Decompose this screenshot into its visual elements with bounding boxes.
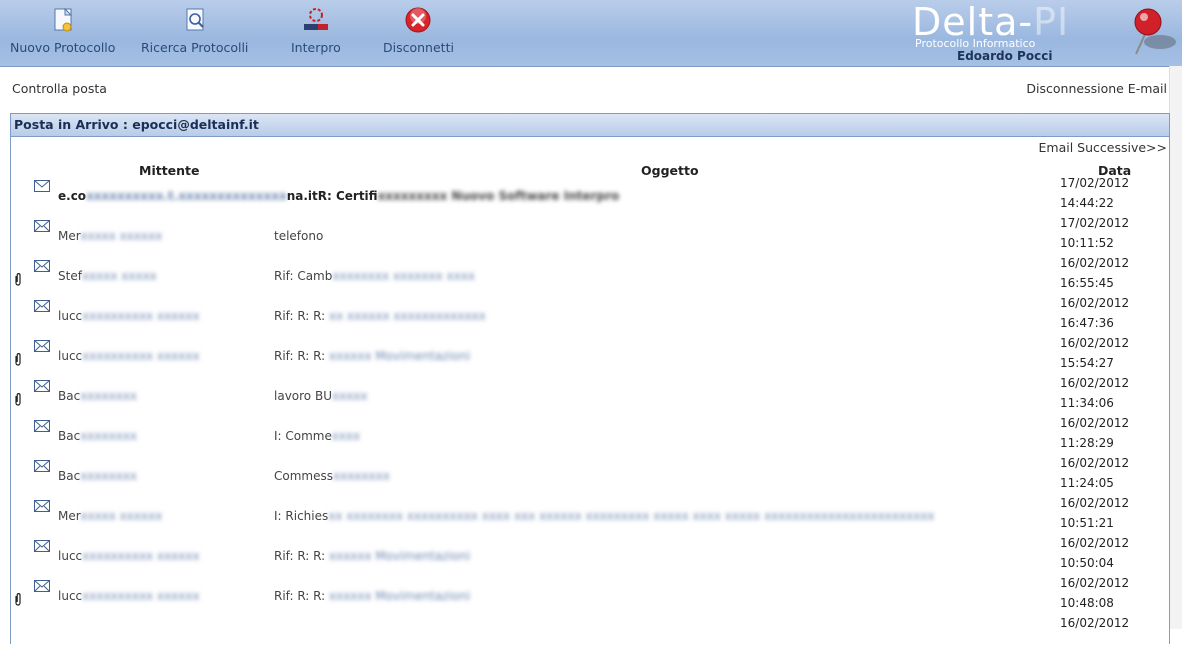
- message-subject: I: Commexxxx: [274, 429, 361, 443]
- read-envelope-icon: [34, 420, 50, 432]
- message-date: 17/02/2012: [1060, 216, 1130, 230]
- message-sender: Bacxxxxxxxx: [58, 469, 137, 483]
- check-mail-link[interactable]: Controlla posta: [12, 81, 107, 96]
- paperclip-icon: [15, 593, 21, 606]
- new-protocol-label: Nuovo Protocollo: [10, 40, 116, 55]
- inbox-panel: Posta in Arrivo : epocci@deltainf.it Ema…: [10, 113, 1170, 644]
- message-sender: Merxxxxx xxxxxx: [58, 229, 163, 243]
- message-subject: I: Richiesxx xxxxxxxx xxxxxxxxxx xxxx xx…: [274, 509, 935, 523]
- new-document-icon: [54, 7, 72, 32]
- message-time: 10:11:52: [1060, 236, 1114, 250]
- page-scrollbar[interactable]: [1169, 66, 1182, 629]
- search-protocols-button[interactable]: Ricerca Protocolli: [141, 6, 248, 55]
- read-envelope-icon: [34, 380, 50, 392]
- interpro-logo-icon: [303, 8, 328, 30]
- message-time: 16:47:36: [1060, 316, 1114, 330]
- message-row[interactable]: Bacxxxxxxxx I: Commexxxx 16/02/2012 11:28:2…: [11, 416, 1169, 456]
- unread-envelope-icon: [34, 180, 50, 192]
- message-date: 16/02/2012: [1060, 456, 1130, 470]
- message-row[interactable]: Bacxxxxxxxx lavoro BUxxxxx 16/02/2012 11:34…: [11, 376, 1169, 416]
- message-date: 16/02/2012: [1060, 616, 1130, 630]
- inbox-title: Posta in Arrivo : epocci@deltainf.it: [11, 114, 1169, 137]
- message-subject: lavoro BUxxxxx: [274, 389, 368, 403]
- read-envelope-icon: [34, 500, 50, 512]
- message-subject: Rif: R: R: xxxxxx Movimentazioni: [274, 589, 471, 603]
- paperclip-icon: [15, 393, 21, 406]
- search-protocols-label: Ricerca Protocolli: [141, 40, 249, 55]
- message-sender: Stefxxxxx xxxxx: [58, 269, 157, 283]
- paperclip-icon: [15, 273, 21, 286]
- message-time: 10:50:04: [1060, 556, 1114, 570]
- interpro-button[interactable]: Interpro: [291, 6, 341, 55]
- read-envelope-icon: [34, 260, 50, 272]
- read-envelope-icon: [34, 460, 50, 472]
- message-row[interactable]: luccxxxxxxxxxx xxxxxx Rif: R: R: xx xxxxx…: [11, 296, 1169, 336]
- read-envelope-icon: [34, 300, 50, 312]
- message-row[interactable]: 16/02/2012: [11, 616, 1169, 656]
- message-date: 16/02/2012: [1060, 296, 1130, 310]
- message-sender: Bacxxxxxxxx: [58, 429, 137, 443]
- message-sender: Bacxxxxxxxx: [58, 389, 137, 403]
- message-row[interactable]: Merxxxxx xxxxxx I: Richiesxx xxxxxxxx xxx…: [11, 496, 1169, 536]
- message-date: 16/02/2012: [1060, 416, 1130, 430]
- message-sender: Merxxxxx xxxxxx: [58, 509, 163, 523]
- message-sender: luccxxxxxxxxxx xxxxxx: [58, 589, 200, 603]
- paperclip-icon: [15, 353, 21, 366]
- message-subject: Rif: R: R: xxxxxx Movimentazioni: [274, 349, 471, 363]
- message-time: 11:24:05: [1060, 476, 1114, 490]
- message-time: 15:54:27: [1060, 356, 1114, 370]
- pushpin-icon: [1134, 8, 1176, 55]
- message-subject: Rif: R: R: xx xxxxxx xxxxxxxxxxxxx: [274, 309, 486, 323]
- message-date: 16/02/2012: [1060, 376, 1130, 390]
- message-subject: Rif: Cambxxxxxxxx xxxxxxx xxxx: [274, 269, 475, 283]
- message-date: 16/02/2012: [1060, 496, 1130, 510]
- message-subject: Rif: R: R: xxxxxx Movimentazioni: [274, 549, 471, 563]
- message-row[interactable]: Merxxxxx xxxxxx telefono 17/02/2012 10:11:5…: [11, 216, 1169, 256]
- message-sender: luccxxxxxxxxxx xxxxxx: [58, 549, 200, 563]
- search-document-icon: [186, 8, 204, 31]
- interpro-label: Interpro: [291, 40, 341, 55]
- message-time: 11:28:29: [1060, 436, 1114, 450]
- next-emails-link[interactable]: Email Successive>>: [1039, 140, 1167, 155]
- message-sender: luccxxxxxxxxxx xxxxxx: [58, 309, 200, 323]
- message-sender: e.coxxxxxxxxxx.t.xxxxxxxxxxxxxxna.itR: C…: [58, 189, 620, 203]
- message-subject: telefono: [274, 229, 324, 243]
- message-time: 11:34:06: [1060, 396, 1114, 410]
- read-envelope-icon: [34, 540, 50, 552]
- read-envelope-icon: [34, 580, 50, 592]
- message-date: 17/02/2012: [1060, 176, 1130, 190]
- message-date: 16/02/2012: [1060, 536, 1130, 550]
- disconnect-label: Disconnetti: [383, 40, 454, 55]
- close-icon: [405, 7, 431, 33]
- top-toolbar: Nuovo Protocollo Ricerca Protocolli Inte…: [0, 0, 1182, 67]
- disconnect-button[interactable]: Disconnetti: [383, 6, 454, 55]
- message-row[interactable]: luccxxxxxxxxxx xxxxxx Rif: R: R: xxxxxx M…: [11, 576, 1169, 616]
- message-time: 10:48:08: [1060, 596, 1114, 610]
- message-row[interactable]: luccxxxxxxxxxx xxxxxx Rif: R: R: xxxxxx M…: [11, 536, 1169, 576]
- message-sender: luccxxxxxxxxxx xxxxxx: [58, 349, 200, 363]
- message-row[interactable]: e.coxxxxxxxxxx.t.xxxxxxxxxxxxxxna.itR: C…: [11, 176, 1169, 216]
- message-row[interactable]: Bacxxxxxxxx Commessxxxxxxxx 16/02/2012 11:2…: [11, 456, 1169, 496]
- message-date: 16/02/2012: [1060, 576, 1130, 590]
- read-envelope-icon: [34, 340, 50, 352]
- message-row[interactable]: Stefxxxxx xxxxx Rif: Cambxxxxxxxx xxxxxxx…: [11, 256, 1169, 296]
- new-protocol-button[interactable]: Nuovo Protocollo: [10, 6, 115, 55]
- message-time: 14:44:22: [1060, 196, 1114, 210]
- message-time: 10:51:21: [1060, 516, 1114, 530]
- logged-user-name: Edoardo Pocci: [957, 49, 1053, 63]
- message-row[interactable]: luccxxxxxxxxxx xxxxxx Rif: R: R: xxxxxx M…: [11, 336, 1169, 376]
- delta-pi-logo: Delta-PI Protocollo Informatico Edoardo …: [912, 0, 1182, 66]
- disconnect-email-link[interactable]: Disconnessione E-mail: [1026, 81, 1167, 96]
- message-date: 16/02/2012: [1060, 256, 1130, 270]
- message-time: 16:55:45: [1060, 276, 1114, 290]
- message-date: 16/02/2012: [1060, 336, 1130, 350]
- read-envelope-icon: [34, 220, 50, 232]
- message-subject: Commessxxxxxxxx: [274, 469, 390, 483]
